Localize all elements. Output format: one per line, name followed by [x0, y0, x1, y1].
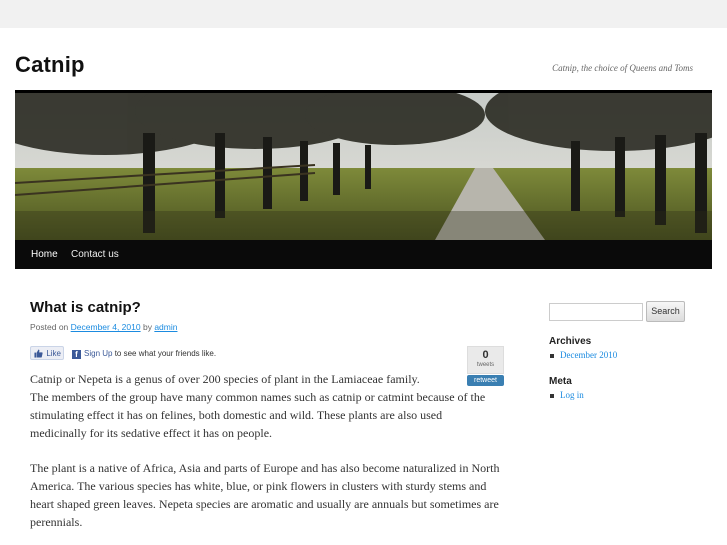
facebook-icon: f — [72, 350, 81, 359]
post-paragraph: Catnip or Nepeta is a genus of over 200 … — [30, 372, 420, 386]
archive-link[interactable]: December 2010 — [549, 350, 617, 360]
site-title[interactable]: Catnip — [15, 52, 85, 78]
signup-text: to see what your friends like. — [114, 349, 217, 358]
site-tagline: Catnip, the choice of Queens and Toms — [552, 63, 693, 73]
author-link[interactable]: admin — [154, 322, 177, 332]
archives-list: December 2010 — [549, 350, 617, 360]
header-image — [15, 93, 712, 240]
search-button[interactable]: Search — [646, 301, 685, 322]
post-title[interactable]: What is catnip? — [30, 299, 141, 316]
post-meta: Posted on December 4, 2010 by admin — [30, 322, 177, 332]
page: Catnip Catnip, the choice of Queens and … — [0, 28, 727, 545]
like-label: Like — [46, 349, 61, 358]
meta-heading: Meta — [549, 376, 572, 387]
login-link[interactable]: Log in — [549, 390, 584, 400]
nav-item-home[interactable]: Home — [31, 240, 58, 269]
facebook-signup-text: f Sign Up to see what your friends like. — [72, 349, 216, 359]
posted-on-label: Posted on — [30, 322, 69, 332]
tweet-count: 0 — [482, 349, 489, 361]
nav-item-contact-us[interactable]: Contact us — [71, 240, 119, 269]
signup-link[interactable]: Sign Up — [84, 349, 112, 358]
post-date-link[interactable]: December 4, 2010 — [71, 322, 141, 332]
meta-list: Log in — [549, 390, 584, 400]
archives-heading: Archives — [549, 336, 592, 347]
tweet-count-label: tweets — [476, 362, 495, 368]
main-navigation: Home Contact us — [15, 240, 712, 269]
search-input[interactable] — [549, 303, 643, 321]
thumbs-up-icon — [34, 349, 43, 358]
post-paragraph: The plant is a native of Africa, Asia an… — [30, 461, 500, 529]
by-label: by — [142, 322, 152, 332]
post-paragraph: The members of the group have many commo… — [30, 390, 486, 440]
facebook-like-button[interactable]: Like — [30, 346, 64, 360]
